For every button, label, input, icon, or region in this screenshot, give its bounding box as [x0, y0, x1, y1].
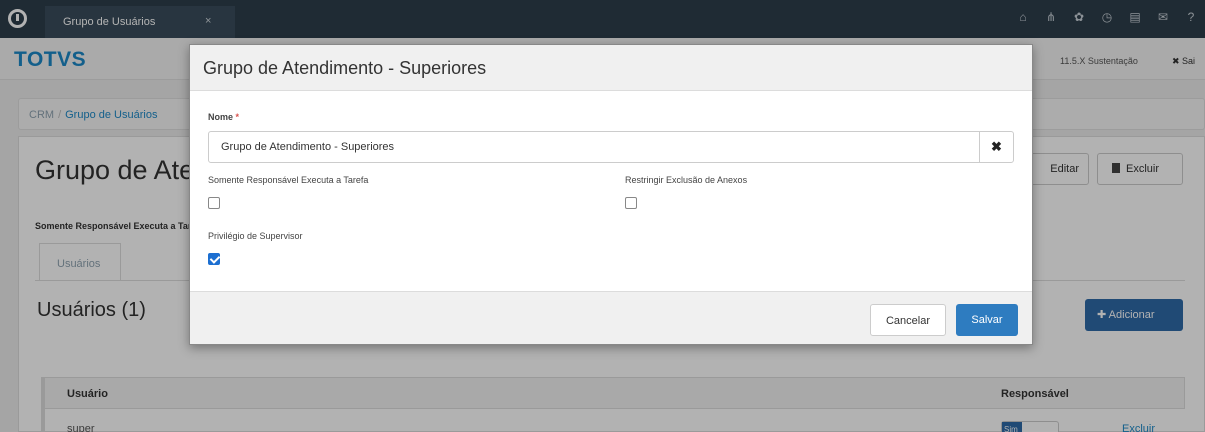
restrict-delete-checkbox[interactable]: [625, 197, 637, 209]
name-field-label: Nome *: [208, 112, 239, 122]
cancel-button[interactable]: Cancelar: [870, 304, 946, 336]
supervisor-privilege-label: Privilégio de Supervisor: [208, 231, 303, 241]
restrict-delete-label: Restringir Exclusão de Anexos: [625, 175, 748, 185]
supervisor-privilege-checkbox[interactable]: [208, 253, 220, 265]
name-field: ✖: [208, 131, 1014, 163]
name-input[interactable]: [209, 132, 979, 162]
name-label-text: Nome: [208, 112, 234, 122]
only-responsible-label: Somente Responsável Executa a Tarefa: [208, 175, 369, 185]
modal-title: Grupo de Atendimento - Superiores: [203, 58, 487, 78]
required-mark: *: [235, 112, 240, 122]
edit-group-modal: Grupo de Atendimento - Superiores Nome *…: [189, 44, 1033, 345]
clear-input-icon[interactable]: ✖: [979, 132, 1013, 162]
modal-header: Grupo de Atendimento - Superiores: [190, 45, 1032, 91]
modal-footer: Cancelar Salvar: [190, 291, 1032, 344]
save-button[interactable]: Salvar: [956, 304, 1018, 336]
only-responsible-checkbox[interactable]: [208, 197, 220, 209]
